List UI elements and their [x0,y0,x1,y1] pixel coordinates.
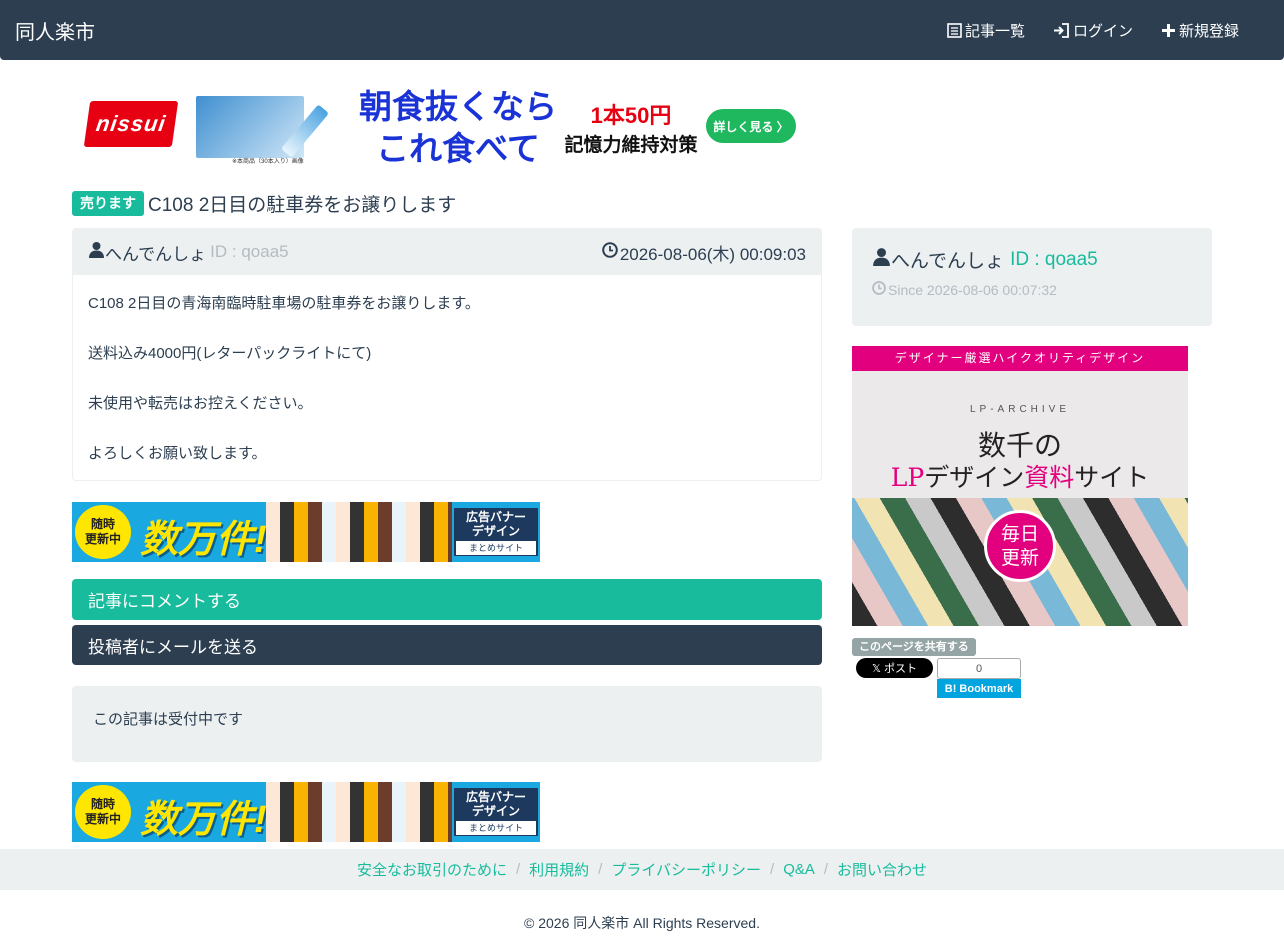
banner-label: 広告バナー デザイン まとめサイト [454,508,538,556]
banner-label-small: まとめサイト [456,821,536,835]
clock-icon [872,281,886,298]
banner-badge-line: 更新中 [84,532,121,546]
sidebar-ad-line2-part: デザイン [924,463,1025,492]
site-brand[interactable]: 同人楽市 [15,16,95,45]
post-body-line: 未使用や転売はお控えください。 [88,395,313,412]
banner-label-line: デザイン [471,804,520,818]
sidebar-ad-topbar: デザイナー厳選ハイクオリティデザイン [852,346,1188,371]
post-author-name: へんでんしょ [105,244,207,264]
post-author-id: ID : qoaa5 [210,242,289,261]
post-date-text: 2026-08-06(木) 00:09:03 [619,244,806,264]
mail-button[interactable]: 投稿者にメールを送る [72,625,822,665]
post-author[interactable]: へんでんしょ ID : qoaa5 [88,240,289,265]
member-since: Since 2026-08-06 00:07:32 [872,281,1192,298]
footer-link-safety[interactable]: 安全なお取引のために [357,859,507,880]
sidebar-ad-line2-part: 資料 [1024,463,1075,492]
footer-link-privacy[interactable]: プライバシーポリシー [611,859,761,880]
footer-separator: / [515,861,521,878]
list-icon [947,22,962,38]
nav-article-list[interactable]: 記事一覧 [947,20,1025,41]
post-title: C108 2日目の駐車券をお譲りします [148,195,457,216]
banner-badge-line: 随時 [90,517,115,531]
banner-badge: 随時 更新中 [75,505,131,559]
share-label: このページを共有する [852,638,976,656]
banner-ad[interactable]: 随時 更新中 数万件! 広告バナー デザイン まとめサイト [72,782,540,842]
banner-label-small: まとめサイト [456,541,536,555]
banner-label-line: デザイン [471,524,520,538]
footer-separator: / [770,861,775,878]
post-title-row: 売ります C108 2日目の駐車券をお譲りします [72,190,456,217]
sell-badge: 売ります [72,191,144,216]
x-post-button[interactable]: 𝕏 ポスト [856,658,933,678]
nav-register[interactable]: 新規登録 [1161,20,1239,41]
sidebar-ad-circle: 毎日 更新 [984,510,1056,582]
footer-link-terms[interactable]: 利用規約 [529,859,589,880]
post-header: へんでんしょ ID : qoaa5 2026-08-06(木) 00:09:03 [73,229,821,275]
banner-label: 広告バナー デザイン まとめサイト [454,788,538,836]
top-ad-banner[interactable]: nissui ※本商品（30本入り）画像 朝食抜くなら これ食べて 1本50円 … [72,80,802,170]
navbar: 同人楽市 記事一覧 ログイン 新規登録 [0,0,1284,60]
sidebar-ad-circle-line: 毎日 [1000,523,1039,545]
footer-separator: / [598,861,603,878]
banner-badge-line: 更新中 [84,812,121,826]
banner-label-line: 広告バナー [465,790,526,804]
ad-price: 1本50円 [590,103,672,128]
member-since-text: Since 2026-08-06 00:07:32 [888,281,1057,298]
nav-register-label: 新規登録 [1178,22,1239,40]
user-icon [872,247,891,272]
login-icon [1053,22,1070,38]
sidebar-ad-circle-line: 更新 [1000,547,1039,569]
nav-login-label: ログイン [1072,22,1133,40]
copyright: © 2026 同人楽市 All Rights Reserved. [524,915,760,931]
banner-thumbnails [266,502,452,562]
banner-badge: 随時 更新中 [75,785,131,839]
ad-headline-1: 朝食抜くなら [359,88,557,125]
plus-icon [1161,23,1176,38]
nav-article-list-label: 記事一覧 [964,22,1025,40]
post-body-line: 送料込み4000円(レターパックライトにて) [88,345,372,362]
sidebar-author[interactable]: へんでんしょ ID : qoaa5 [872,246,1192,273]
post-date: 2026-08-06(木) 00:09:03 [602,240,806,265]
ad-sub: 記憶力維持対策 [564,135,698,156]
sidebar-ad-brand: LP-ARCHIVE [969,404,1070,415]
sidebar-author-card: へんでんしょ ID : qoaa5 Since 2026-08-06 00:07… [852,228,1212,326]
product-note: ※本商品（30本入り）画像 [232,159,304,165]
banner-big-text: 数万件! [140,799,267,841]
hatena-count: 0 [937,658,1021,679]
sidebar-ad-line2: LPデザイン資料サイト [852,458,1188,494]
banner-ad[interactable]: 随時 更新中 数万件! 広告バナー デザイン まとめサイト [72,502,540,562]
post-body-line: C108 2日目の青海南臨時駐車場の駐車券をお譲りします。 [88,295,480,312]
comment-button[interactable]: 記事にコメントする [72,579,822,620]
banner-label-line: 広告バナー [465,510,526,524]
sidebar-author-id: ID : qoaa5 [1010,248,1098,270]
banner-thumbnails [266,782,452,842]
footer-separator: / [823,861,829,878]
banner-badge-line: 随時 [90,797,115,811]
banner-big-text: 数万件! [140,519,267,561]
clock-icon [602,241,618,263]
footer-link-contact[interactable]: お問い合わせ [837,859,927,880]
footer-nav: 安全なお取引のために / 利用規約 / プライバシーポリシー / Q&A / お… [0,849,1284,890]
user-icon [88,241,105,263]
status-message: この記事は受付中です [72,686,822,762]
ad-headline-2: これ食べて [376,130,540,167]
sidebar-ad-line2-part: サイト [1074,463,1150,492]
post-body-line: よろしくお願い致します。 [88,445,267,462]
sidebar-ad-line2-part: LP [890,463,925,492]
post-body: C108 2日目の青海南臨時駐車場の駐車券をお譲りします。 送料込み4000円(… [73,275,821,482]
nissui-logo: nissui [83,101,179,147]
footer-link-faq[interactable]: Q&A [783,861,815,878]
hatena-bookmark-button[interactable]: 0 B! Bookmark [937,658,1021,698]
hatena-label: B! Bookmark [937,679,1021,698]
sidebar-author-name: へんでんしょ [891,251,1005,272]
nav-login[interactable]: ログイン [1053,20,1133,41]
ad-headline: 朝食抜くなら これ食べて [358,86,558,170]
post-card: へんでんしょ ID : qoaa5 2026-08-06(木) 00:09:03… [72,228,822,481]
ad-cta-button[interactable]: 詳しく見る 〉 [706,109,796,143]
nav-links: 記事一覧 ログイン 新規登録 [947,20,1239,41]
sidebar-ad[interactable]: デザイナー厳選ハイクオリティデザイン LP-ARCHIVE 数千の LPデザイン… [852,346,1188,626]
